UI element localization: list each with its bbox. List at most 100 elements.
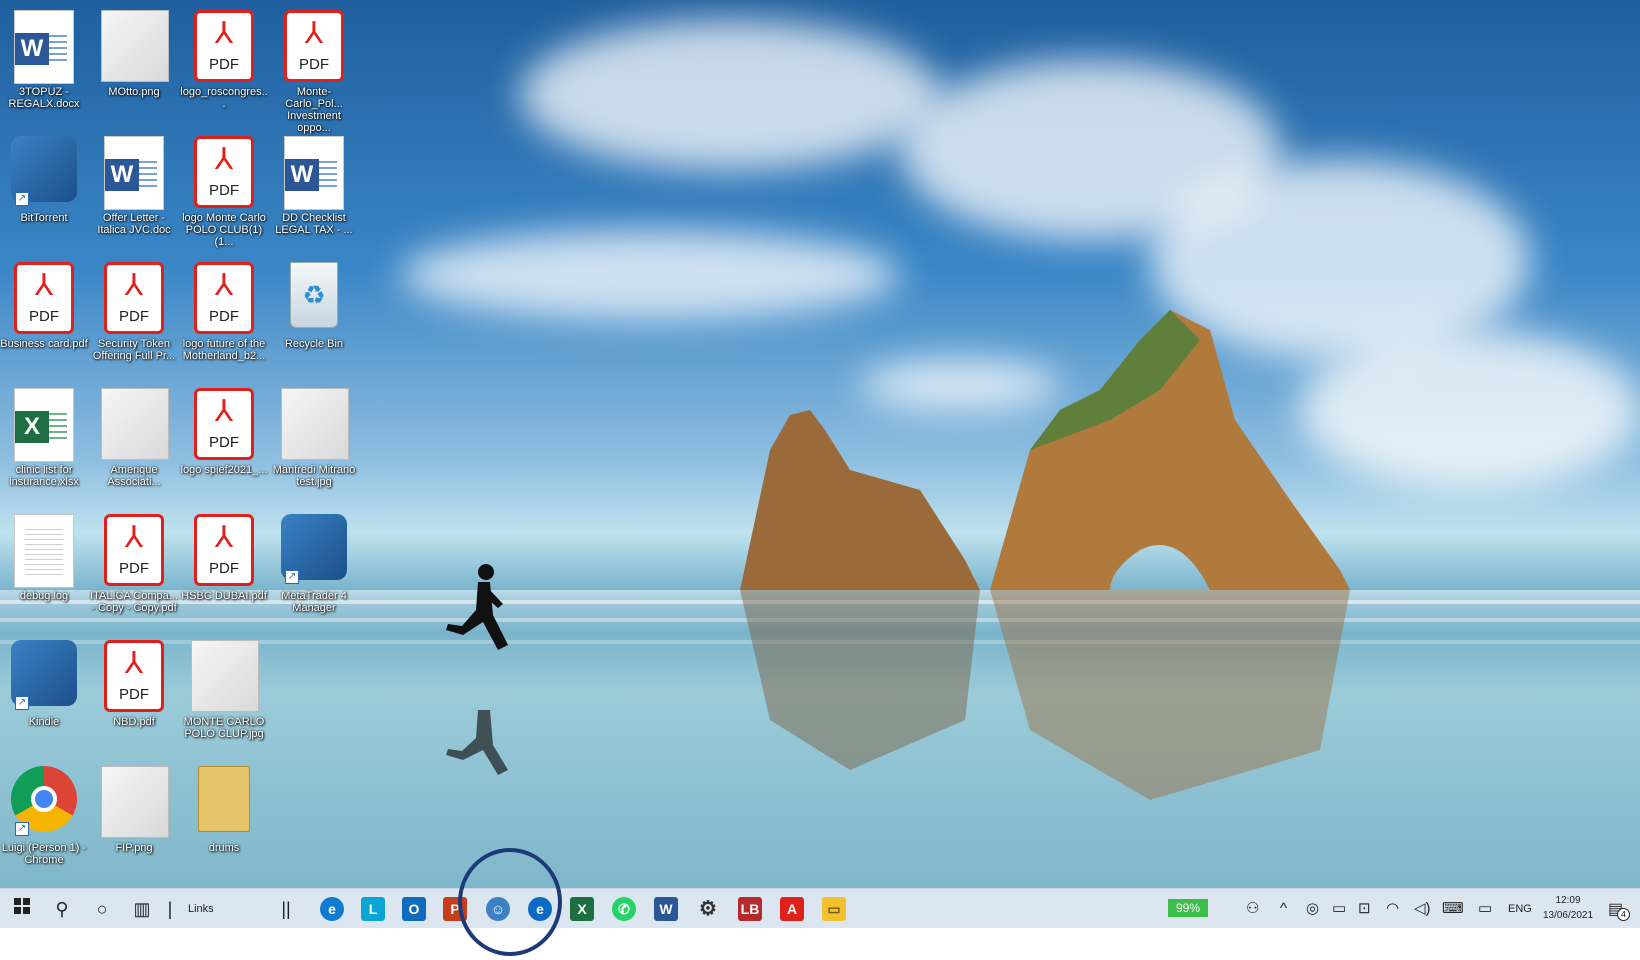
desktop-icon-text[interactable]: debug.log — [0, 508, 88, 628]
desktop-icon-app[interactable]: ↗ MetaTrader 4 Manager — [270, 508, 358, 628]
desktop-icon-pdf[interactable]: ⅄ PDF ITALICA Compa... - Copy - Copy.pdf — [90, 508, 178, 628]
app-shortcut-icon: ↗ — [281, 514, 347, 586]
show-hidden-icons-chevron-icon[interactable]: ^ — [1280, 899, 1287, 919]
desktop-icon-label: logo spief2021_... — [180, 464, 268, 476]
desktop-icon-excel[interactable]: Xclinic list for insurance.xlsx — [0, 382, 88, 502]
word-file-icon: W — [281, 136, 347, 210]
desktop-icon-label: 3TOPUZ -REGALX.docx — [8, 86, 80, 110]
desktop-icon-image[interactable]: FIP.png — [90, 760, 178, 880]
bottom-margin — [0, 928, 1640, 960]
battery-icon[interactable]: ▭ — [1332, 899, 1346, 919]
pdf-file-icon: ⅄ PDF — [191, 136, 257, 208]
annotation-highlight-circle — [458, 848, 562, 956]
recycle-bin-icon: ♻ — [281, 262, 347, 334]
image-file-icon — [101, 388, 169, 460]
taskbar: ⚲ ○ ▥ | Links || e L O P ☺ e X ✆ W ⚙ LB … — [0, 888, 1640, 929]
clock[interactable]: 12:09 13/06/2021 — [1538, 893, 1598, 923]
desktop-icon-label: Manfredi Mitrano test.jpg — [272, 464, 356, 488]
desktop-icon-chrome[interactable]: ↗ Luigi (Person 1) - Chrome — [0, 760, 88, 880]
desktop-icon-pdf[interactable]: ⅄ PDF Monte-Carlo_Pol... Investment oppo..… — [270, 4, 358, 134]
desktop-icon-label: MONTE CARLO POLO CLUP.jpg — [183, 716, 265, 740]
security-icon[interactable]: ⊡ — [1358, 899, 1371, 919]
rock-formations — [740, 310, 1350, 800]
desktop-icon-pdf[interactable]: ⅄ PDF logo spief2021_... — [180, 382, 268, 502]
wifi-icon[interactable]: ◠ — [1386, 899, 1399, 919]
desktop-icon-label: FIP.png — [115, 842, 153, 854]
desktop-icon-label: MOtto.png — [108, 86, 160, 98]
word-taskbar-icon[interactable]: W — [654, 897, 678, 921]
desktop-icon-label: Luigi (Person 1) - Chrome — [1, 842, 87, 866]
meet-now-icon[interactable]: ◎ — [1306, 899, 1319, 919]
clock-date: 13/06/2021 — [1542, 910, 1594, 921]
search-icon: ⚲ — [55, 899, 69, 919]
chrome-icon: ↗ — [11, 766, 77, 838]
language-indicator[interactable]: ENG — [1508, 903, 1532, 915]
outlook-taskbar-icon[interactable]: O — [402, 897, 426, 921]
desktop-icon-pdf[interactable]: ⅄ PDF Business card.pdf — [0, 256, 88, 376]
desktop-icon-pdf[interactable]: ⅄ PDF logo_roscongres... — [180, 4, 268, 124]
desktop-icon-app[interactable]: ↗ Kindle — [0, 634, 88, 754]
desktop-icon-label: MetaTrader 4 Manager — [281, 590, 347, 614]
excel-taskbar-icon[interactable]: X — [570, 897, 594, 921]
desktop-icon-label: Business card.pdf — [0, 338, 88, 350]
desktop-icon-label: Kindle — [28, 716, 60, 728]
lync-taskbar-icon[interactable]: L — [361, 897, 385, 921]
image-file-icon — [101, 766, 169, 838]
desktop-icon-pdf[interactable]: ⅄ PDF logo Monte Carlo POLO CLUB(1)(1... — [180, 130, 268, 250]
action-center-button[interactable]: ▤ 4 — [1608, 899, 1630, 921]
desktop-icon-label: logo future of the Motherland_b2... — [182, 338, 266, 362]
pdf-file-icon: ⅄ PDF — [101, 262, 167, 334]
display-icon[interactable]: ▭ — [1478, 899, 1492, 919]
pdf-file-icon: ⅄ PDF — [191, 514, 257, 586]
task-view-icon: ▥ — [133, 899, 151, 919]
desktop-icon-word[interactable]: W 3TOPUZ -REGALX.docx — [0, 4, 88, 124]
lb-taskbar-icon[interactable]: LB — [738, 897, 762, 921]
windows-icon — [14, 898, 30, 914]
folder-icon — [191, 766, 257, 838]
clock-time: 12:09 — [1555, 895, 1581, 906]
desktop-icon-label: Recycle Bin — [284, 338, 344, 350]
desktop-icon-label: Monte-Carlo_Pol... Investment oppo... — [285, 86, 343, 134]
task-view-button[interactable]: ▥ — [128, 895, 156, 923]
desktop-icon-image[interactable]: Amerique Associati... — [90, 382, 178, 502]
links-toolbar[interactable]: Links — [188, 899, 214, 919]
people-icon[interactable]: ⚇ — [1246, 899, 1259, 919]
volume-icon[interactable]: ◁) — [1414, 899, 1431, 919]
desktop-icon-pdf[interactable]: ⅄ PDF HSBC DUBAI.pdf — [180, 508, 268, 628]
desktop-icon-app[interactable]: ↗ BitTorrent — [0, 130, 88, 250]
desktop-icon-label: NBD.pdf — [113, 716, 155, 728]
whatsapp-taskbar-icon[interactable]: ✆ — [612, 897, 636, 921]
desktop-icon-label: HSBC DUBAI.pdf — [181, 590, 267, 602]
desktop-icon-word[interactable]: W DD Checklist LEGAL TAX - ... — [270, 130, 358, 250]
desktop-icon-bin[interactable]: ♻ Recycle Bin — [270, 256, 358, 376]
desktop-icon-label: drums — [208, 842, 240, 854]
desktop-icon-folder[interactable]: drums — [180, 760, 268, 880]
settings-taskbar-icon[interactable]: ⚙ — [696, 897, 720, 921]
desktop-icon-image[interactable]: MONTE CARLO POLO CLUP.jpg — [180, 634, 268, 754]
desktop-icon-image[interactable]: Manfredi Mitrano test.jpg — [270, 382, 358, 502]
search-button[interactable]: ⚲ — [48, 895, 76, 923]
desktop-icon-word[interactable]: W Offer Letter - Italica JVC.doc — [90, 130, 178, 250]
start-button[interactable] — [8, 895, 36, 923]
desktop-icon-label: Offer Letter - Italica JVC.doc — [97, 212, 171, 236]
battery-indicator[interactable]: 99% — [1168, 899, 1208, 917]
desktop-icon-label: logo_roscongres... — [180, 86, 268, 110]
file-explorer-taskbar-icon[interactable]: ▭ — [822, 897, 846, 921]
desktop-icon-label: debug.log — [19, 590, 69, 602]
desktop-icon-pdf[interactable]: ⅄ PDF logo future of the Motherland_b2... — [180, 256, 268, 376]
cortana-button[interactable]: ○ — [88, 895, 116, 923]
desktop-icon-image[interactable]: MOtto.png — [90, 4, 178, 124]
desktop-icon-pdf[interactable]: ⅄ PDF NBD.pdf — [90, 634, 178, 754]
acrobat-taskbar-icon[interactable]: A — [780, 897, 804, 921]
desktop-icon-label: Amerique Associati... — [107, 464, 161, 488]
cloud — [520, 20, 940, 170]
pdf-file-icon: ⅄ PDF — [101, 640, 167, 712]
excel-file-icon: X — [11, 388, 77, 462]
pdf-file-icon: ⅄ PDF — [281, 10, 347, 82]
cortana-icon: ○ — [96, 899, 108, 919]
runner-silhouette — [446, 564, 508, 775]
desktop-icon-label: BitTorrent — [20, 212, 68, 224]
keyboard-icon[interactable]: ⌨ — [1442, 899, 1464, 919]
desktop-icon-pdf[interactable]: ⅄ PDF Security Token Offering Full Pr... — [90, 256, 178, 376]
edge-taskbar-icon[interactable]: e — [320, 897, 344, 921]
